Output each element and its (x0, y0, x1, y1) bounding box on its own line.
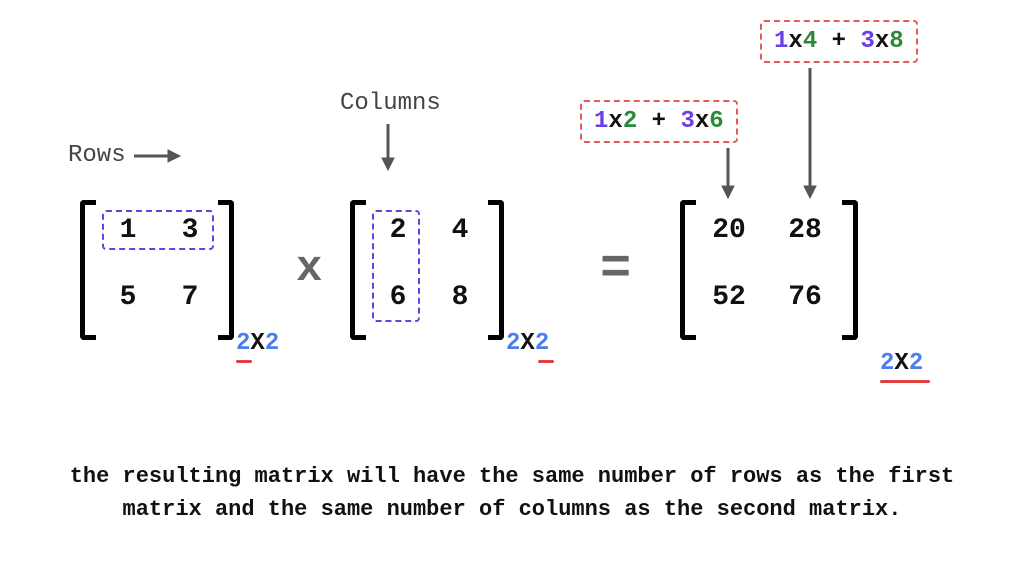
underline-b (538, 360, 554, 363)
highlight-col-box (372, 210, 420, 322)
arrow-right-icon (132, 146, 182, 166)
matrix-b-dim: 2X2 (506, 330, 549, 357)
matrix-c-dim: 2X2 (880, 350, 923, 377)
columns-label: Columns (340, 90, 441, 117)
matrix-c-r2c2: 76 (780, 282, 830, 313)
arrow-calc1-icon (718, 146, 738, 200)
matrix-c-r1c1: 20 (704, 215, 754, 246)
matrix-a-dim: 2X2 (236, 330, 279, 357)
arrow-down-icon (378, 122, 398, 172)
matrix-c-r2c1: 52 (704, 282, 754, 313)
highlight-row-box (102, 210, 214, 250)
matrix-a-r2c2: 7 (170, 282, 210, 313)
matrix-c-r1c2: 28 (780, 215, 830, 246)
matrix-b-r2c2: 8 (440, 282, 480, 313)
rows-label: Rows (68, 142, 126, 169)
times-operator: x (296, 244, 322, 294)
underline-c (880, 380, 930, 383)
calc-box-2: 1x4 + 3x8 (760, 20, 918, 63)
matrix-a-r2c1: 5 (108, 282, 148, 313)
calc-box-1: 1x2 + 3x6 (580, 100, 738, 143)
caption-text: the resulting matrix will have the same … (0, 460, 1024, 526)
underline-a (236, 360, 252, 363)
equals-operator: = (600, 240, 631, 299)
arrow-calc2-icon (800, 66, 820, 200)
matrix-b-r1c2: 4 (440, 215, 480, 246)
